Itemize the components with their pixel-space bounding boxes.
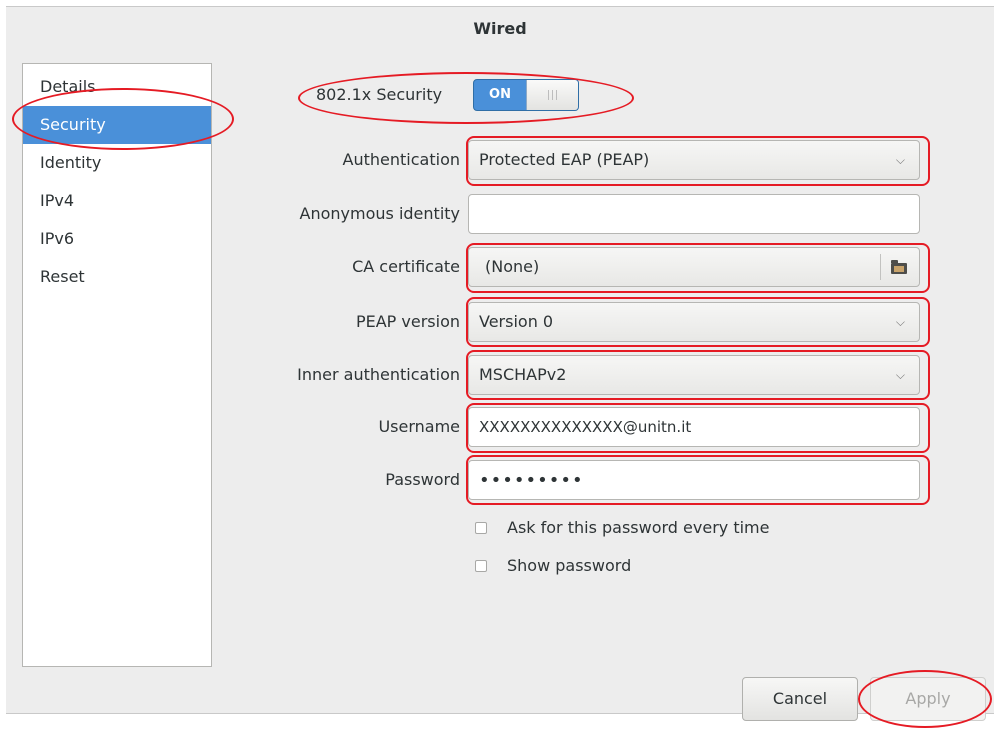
show-password-label: Show password bbox=[507, 556, 632, 575]
show-password-checkbox[interactable] bbox=[475, 560, 487, 572]
window-title: Wired bbox=[473, 19, 527, 38]
ask-password-checkbox[interactable] bbox=[475, 522, 487, 534]
chevron-down-icon: ⌵ bbox=[895, 368, 905, 382]
chevron-down-icon: ⌵ bbox=[895, 153, 905, 167]
inner-authentication-value: MSCHAPv2 bbox=[479, 365, 567, 384]
ca-certificate-label: CA certificate bbox=[352, 257, 460, 276]
peap-version-label: PEAP version bbox=[355, 312, 460, 331]
inner-authentication-label: Inner authentication bbox=[297, 365, 460, 384]
peap-version-combo[interactable]: Version 0 ⌵ bbox=[468, 302, 920, 342]
peap-version-value: Version 0 bbox=[479, 312, 554, 331]
password-field[interactable] bbox=[468, 460, 920, 500]
sidebar-item-security[interactable]: Security bbox=[23, 106, 211, 144]
chevron-down-icon: ⌵ bbox=[895, 315, 905, 329]
authentication-label: Authentication bbox=[342, 150, 460, 169]
inner-authentication-combo[interactable]: MSCHAPv2 ⌵ bbox=[468, 355, 920, 395]
security-toggle-label: 802.1x Security bbox=[316, 85, 443, 104]
security-switch[interactable]: ON bbox=[473, 79, 579, 111]
switch-state-text: ON bbox=[489, 87, 511, 102]
ask-password-label: Ask for this password every time bbox=[507, 518, 770, 537]
anonymous-identity-label: Anonymous identity bbox=[299, 204, 460, 223]
cancel-button[interactable]: Cancel bbox=[742, 677, 858, 721]
username-label: Username bbox=[378, 417, 460, 436]
ca-certificate-value: (None) bbox=[485, 257, 540, 276]
ca-certificate-chooser[interactable]: (None) bbox=[468, 247, 920, 287]
sidebar-item-details[interactable]: Details bbox=[23, 68, 211, 106]
password-label: Password bbox=[385, 470, 460, 489]
apply-button[interactable]: Apply bbox=[870, 677, 986, 721]
authentication-combo[interactable]: Protected EAP (PEAP) ⌵ bbox=[468, 140, 920, 180]
authentication-value: Protected EAP (PEAP) bbox=[479, 150, 650, 169]
folder-icon bbox=[891, 260, 907, 274]
chooser-separator bbox=[880, 254, 881, 280]
switch-knob bbox=[526, 80, 578, 110]
anonymous-identity-field[interactable] bbox=[468, 194, 920, 234]
username-field[interactable] bbox=[468, 407, 920, 447]
